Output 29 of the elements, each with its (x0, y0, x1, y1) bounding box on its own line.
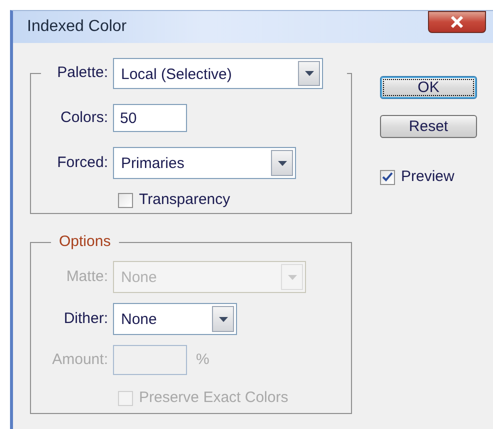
unit-label: % (196, 350, 210, 370)
window-title: Indexed Color (27, 17, 127, 37)
dropdown[interactable]: Primaries (113, 147, 296, 179)
input-field[interactable]: 50 (113, 104, 187, 132)
dropdown-arrow-button[interactable] (271, 150, 293, 176)
dropdown-arrow-button[interactable] (298, 61, 320, 86)
checkbox[interactable]: Preview (380, 166, 477, 188)
close-button[interactable] (428, 11, 486, 33)
dropdown[interactable]: None (113, 303, 237, 335)
checkbox[interactable]: Transparency (118, 189, 230, 212)
dropdown: None (113, 261, 306, 293)
close-icon (449, 15, 465, 29)
dropdown-arrow-button[interactable] (212, 306, 234, 332)
check-icon (382, 172, 393, 182)
caret-icon (304, 71, 314, 76)
field-label: Palette: (56, 63, 109, 84)
field-label: Amount: (51, 350, 109, 370)
caret-icon (218, 316, 228, 322)
group-legend: Options (51, 233, 119, 251)
ok-button[interactable]: OK (380, 76, 477, 99)
checkbox: Preserve Exact Colors (118, 387, 288, 410)
caret-icon (288, 274, 296, 280)
field-label: Forced: (56, 152, 109, 173)
field-label: Dither: (62, 308, 109, 329)
dropdown[interactable]: Local (Selective) (113, 58, 323, 89)
reset-button[interactable]: Reset (380, 115, 477, 138)
caret-icon (278, 160, 286, 166)
field-label: Colors: (59, 108, 109, 128)
field-label: Matte: (65, 266, 109, 287)
